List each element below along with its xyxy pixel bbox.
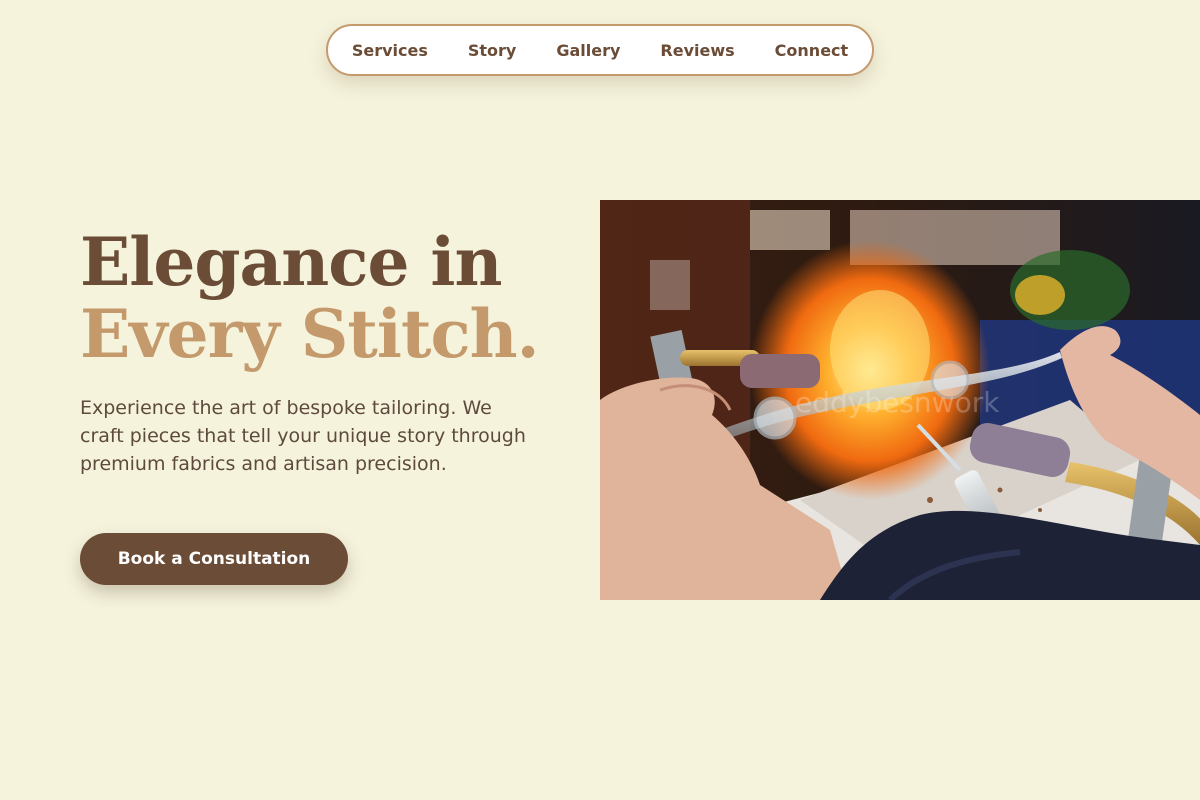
glassblowing-photo: eddybesnwork — [600, 200, 1200, 600]
nav-item-gallery[interactable]: Gallery — [536, 41, 640, 60]
hero-title-line-2: Every Stitch. — [80, 295, 540, 373]
book-consultation-button[interactable]: Book a Consultation — [80, 533, 348, 585]
hero-title: Elegance in Every Stitch. — [80, 223, 540, 373]
watermark-text: eddybesnwork — [795, 386, 1000, 419]
hero-image: eddybesnwork — [600, 200, 1200, 600]
nav-item-reviews[interactable]: Reviews — [640, 41, 754, 60]
hero-description: Experience the art of bespoke tailoring.… — [80, 397, 526, 475]
landing-page: Services Story Gallery Reviews Connect E… — [0, 0, 1200, 800]
nav-item-connect[interactable]: Connect — [755, 41, 869, 60]
hero-title-line-1: Elegance in — [80, 223, 502, 301]
main-nav: Services Story Gallery Reviews Connect — [326, 24, 874, 76]
nav-item-services[interactable]: Services — [332, 41, 448, 60]
nav-item-story[interactable]: Story — [448, 41, 536, 60]
